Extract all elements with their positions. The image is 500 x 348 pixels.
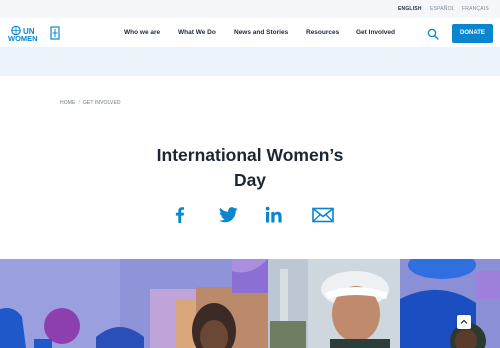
donate-button[interactable]: DONATE [452, 24, 493, 43]
page: ENGLISH ESPAÑOL FRANÇAIS UN WOMEN Who we… [0, 0, 500, 348]
nav-who-we-are[interactable]: Who we are [124, 29, 160, 36]
breadcrumb-home[interactable]: HOME [60, 100, 75, 106]
nav-news-and-stories[interactable]: News and Stories [234, 29, 288, 36]
header-band [0, 48, 500, 76]
nav-resources[interactable]: Resources [306, 29, 339, 36]
email-icon[interactable] [312, 206, 334, 224]
search-icon[interactable] [427, 27, 439, 40]
un-women-emblem: UN WOMEN [8, 25, 60, 43]
page-title: International Women’s Day [120, 143, 380, 193]
language-espanol[interactable]: ESPAÑOL [430, 6, 455, 12]
breadcrumb-separator: / [78, 100, 80, 106]
un-women-logo[interactable]: UN WOMEN [8, 25, 60, 43]
site-header: UN WOMEN Who we are What We Do News and … [0, 18, 500, 48]
nav-what-we-do[interactable]: What We Do [178, 29, 216, 36]
hero-image [0, 259, 500, 348]
facebook-icon[interactable] [174, 206, 186, 224]
page-title-line-2: Day [233, 170, 267, 190]
breadcrumb-get-involved[interactable]: GET INVOLVED [83, 100, 121, 106]
twitter-icon[interactable] [219, 206, 238, 224]
nav-get-involved[interactable]: Get Involved [356, 29, 395, 36]
page-title-line-1: International Women’s [156, 145, 344, 165]
chevron-up-icon [460, 319, 468, 324]
language-bar: ENGLISH ESPAÑOL FRANÇAIS [0, 0, 500, 18]
linkedin-icon[interactable] [265, 206, 283, 224]
language-francais[interactable]: FRANÇAIS [462, 6, 489, 12]
breadcrumb: HOME / GET INVOLVED [60, 100, 121, 106]
scroll-to-top-button[interactable] [457, 315, 471, 329]
language-english[interactable]: ENGLISH [398, 6, 422, 12]
hero-collage-illustration [0, 259, 500, 348]
logo-text-women: WOMEN [8, 34, 38, 42]
